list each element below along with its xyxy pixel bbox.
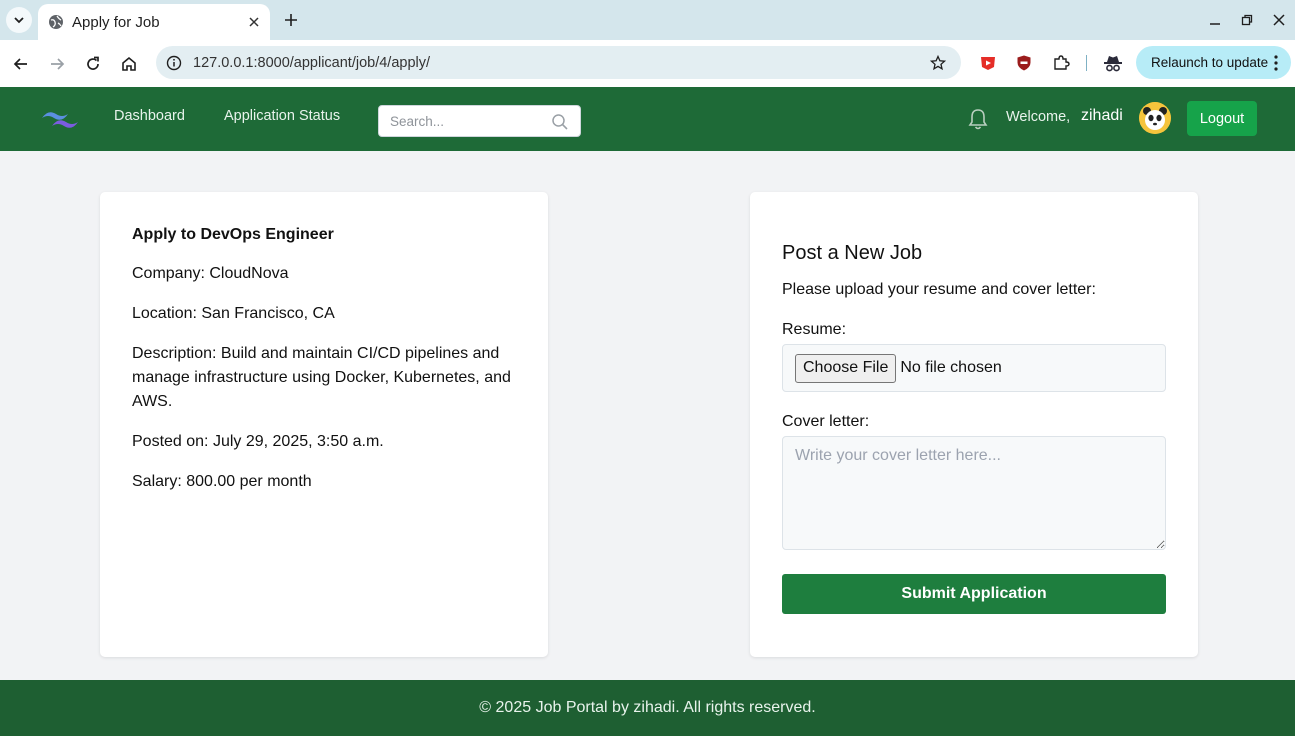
form-intro: Please upload your resume and cover lett… <box>782 281 1096 298</box>
video-extension-icon[interactable] <box>977 52 999 74</box>
home-icon[interactable] <box>116 51 142 77</box>
logout-button[interactable]: Logout <box>1187 101 1257 136</box>
nav-link-application-status[interactable]: Application Status <box>224 108 340 124</box>
window-controls <box>1199 8 1295 32</box>
job-salary: Salary: 800.00 per month <box>132 473 312 490</box>
avatar[interactable] <box>1139 102 1171 134</box>
panda-avatar-icon <box>1139 102 1171 134</box>
job-company: Company: CloudNova <box>132 265 289 282</box>
chevron-down-icon <box>14 17 24 24</box>
toolbar-separator <box>1086 55 1087 71</box>
welcome-label: Welcome, <box>1006 109 1071 125</box>
site-info-icon[interactable] <box>165 54 183 72</box>
cover-letter-label: Cover letter: <box>782 413 870 430</box>
tab-title: Apply for Job <box>72 13 160 31</box>
application-form-card: Post a New Job Please upload your resume… <box>750 192 1198 657</box>
more-vertical-icon <box>1274 55 1278 71</box>
job-details-card: Apply to DevOps Engineer Company: CloudN… <box>100 192 548 657</box>
resume-label: Resume: <box>782 321 847 338</box>
page-footer: © 2025 Job Portal by zihadi. All rights … <box>0 680 1295 736</box>
job-posted-date: Posted on: July 29, 2025, 3:50 a.m. <box>132 433 384 450</box>
job-title: Apply to DevOps Engineer <box>132 226 334 243</box>
footer-copyright: © 2025 Job Portal by zihadi. All rights … <box>479 699 816 716</box>
browser-toolbar: 127.0.0.1:8000/applicant/job/4/apply/ Re… <box>0 40 1295 87</box>
choose-file-button[interactable]: Choose File <box>795 353 897 383</box>
search-icon[interactable] <box>551 113 569 131</box>
forward-arrow-icon[interactable] <box>44 51 70 77</box>
job-location: Location: San Francisco, CA <box>132 305 335 322</box>
search-input[interactable] <box>379 106 539 136</box>
app-navbar: Dashboard Application Status Welcome, zi… <box>0 87 1295 151</box>
resume-file-input[interactable]: Choose File No file chosen <box>782 344 1166 392</box>
nav-link-dashboard[interactable]: Dashboard <box>114 108 185 124</box>
relaunch-label: Relaunch to update <box>1151 55 1269 70</box>
minimize-icon[interactable] <box>1199 8 1231 32</box>
cover-letter-textarea[interactable] <box>782 436 1166 550</box>
tailwind-logo-icon[interactable] <box>40 106 80 132</box>
notification-bell-icon[interactable] <box>967 107 989 131</box>
puzzle-extensions-icon[interactable] <box>1050 52 1072 74</box>
browser-tabstrip: Apply for Job <box>0 0 1295 40</box>
back-arrow-icon[interactable] <box>8 51 34 77</box>
globe-icon <box>48 14 64 30</box>
reload-icon[interactable] <box>80 51 106 77</box>
file-status-text: No file chosen <box>900 359 1002 376</box>
url-text: 127.0.0.1:8000/applicant/job/4/apply/ <box>193 54 431 71</box>
address-bar[interactable]: 127.0.0.1:8000/applicant/job/4/apply/ <box>156 46 961 79</box>
new-tab-plus-icon[interactable] <box>280 9 302 31</box>
profile-incognito-icon[interactable] <box>1102 52 1124 74</box>
relaunch-update-button[interactable]: Relaunch to update <box>1136 46 1291 79</box>
window-close-icon[interactable] <box>1263 8 1295 32</box>
tab-search-button[interactable] <box>6 7 32 33</box>
browser-tab-active[interactable]: Apply for Job <box>38 4 270 40</box>
restore-icon[interactable] <box>1231 8 1263 32</box>
submit-application-button[interactable]: Submit Application <box>782 574 1166 614</box>
form-title: Post a New Job <box>782 242 923 264</box>
tab-close-icon[interactable] <box>244 12 264 32</box>
bookmark-star-icon[interactable] <box>927 52 949 74</box>
username: zihadi <box>1081 107 1123 124</box>
search-box <box>378 105 581 137</box>
shield-extension-icon[interactable] <box>1013 52 1035 74</box>
job-description: Description: Build and maintain CI/CD pi… <box>132 345 511 410</box>
